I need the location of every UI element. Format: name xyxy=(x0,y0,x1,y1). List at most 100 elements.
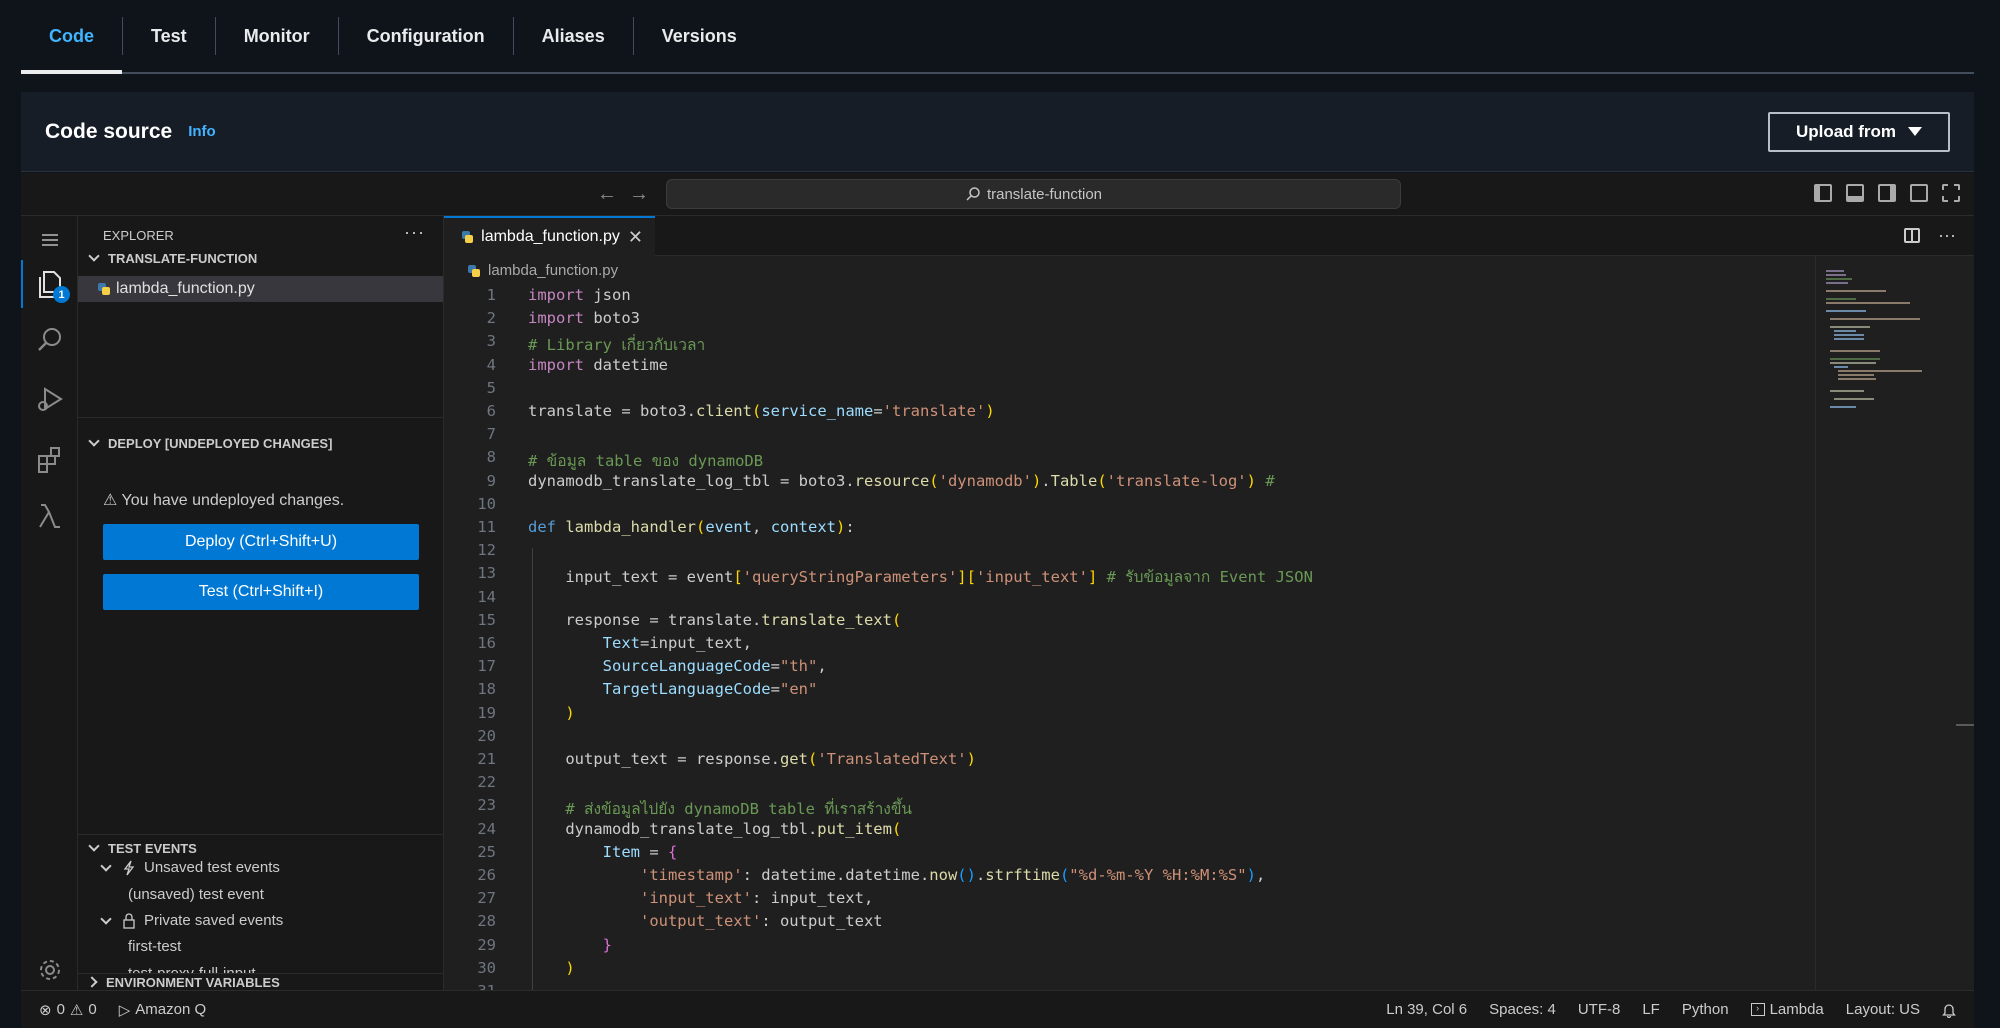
indentation[interactable]: Spaces: 4 xyxy=(1489,1001,1556,1018)
toggle-primary-sidebar-icon[interactable] xyxy=(1814,184,1832,202)
file-name: lambda_function.py xyxy=(116,280,255,297)
tab-configuration[interactable]: Configuration xyxy=(339,0,513,72)
tab-test[interactable]: Test xyxy=(123,0,215,72)
code-line: 'timestamp': datetime.datetime.now().str… xyxy=(639,866,1266,884)
code-line: dynamodb_translate_log_tbl.put_item( xyxy=(528,819,902,838)
file-lambda-function[interactable]: lambda_function.py xyxy=(78,276,443,302)
close-icon[interactable]: ✕ xyxy=(628,227,643,248)
terminal-icon: › xyxy=(1750,1003,1765,1016)
scrollbar-marker xyxy=(1956,724,1974,726)
problems-indicator[interactable]: ⊗ 0 ⚠ 0 xyxy=(39,1001,97,1019)
line-number: 19 xyxy=(477,703,496,722)
code-line: } xyxy=(602,935,612,954)
folder-section-header[interactable]: TRANSLATE-FUNCTION xyxy=(78,246,443,270)
notifications-bell-icon[interactable] xyxy=(1942,1002,1956,1018)
tab-code[interactable]: Code xyxy=(21,0,122,74)
command-center-search[interactable]: translate-function xyxy=(666,179,1401,209)
line-number: 13 xyxy=(477,564,496,583)
code-line: output_text = response.get('TranslatedTe… xyxy=(528,750,976,768)
deploy-button[interactable]: Deploy (Ctrl+Shift+U) xyxy=(103,524,419,560)
code-line: ) xyxy=(565,703,575,722)
info-link[interactable]: Info xyxy=(188,123,216,140)
folder-name: TRANSLATE-FUNCTION xyxy=(108,250,258,266)
tab-monitor[interactable]: Monitor xyxy=(216,0,338,72)
amazon-q-status[interactable]: ▷ Amazon Q xyxy=(119,1001,206,1019)
more-actions-icon[interactable]: ··· xyxy=(404,222,425,243)
editor-area: lambda_function.py ✕ ··· lambda_function… xyxy=(444,216,1974,1019)
cursor-position[interactable]: Ln 39, Col 6 xyxy=(1386,1001,1467,1018)
line-number: 6 xyxy=(486,402,496,420)
line-number: 5 xyxy=(486,378,496,397)
saved-event-first-test[interactable]: first-test xyxy=(128,938,181,955)
code-line: import json xyxy=(528,286,631,304)
tab-versions[interactable]: Versions xyxy=(634,0,765,72)
settings-gear-icon[interactable] xyxy=(21,946,78,994)
env-section: ENVIRONMENT VARIABLES xyxy=(78,973,444,990)
python-file-icon xyxy=(98,283,110,295)
code-line: input_text = event['queryStringParameter… xyxy=(528,568,1313,587)
toggle-secondary-sidebar-icon[interactable] xyxy=(1878,184,1896,202)
code-line: response = translate.translate_text( xyxy=(528,610,902,629)
code-line: # ข้อมูล table ของ dynamoDB xyxy=(528,452,764,471)
line-number: 4 xyxy=(486,355,496,374)
line-number: 29 xyxy=(477,935,496,954)
deploy-section-header[interactable]: DEPLOY [UNDEPLOYED CHANGES] xyxy=(78,431,443,455)
code-line: TargetLanguageCode="en" xyxy=(602,680,818,699)
chevron-down-icon xyxy=(88,435,100,447)
menu-icon[interactable] xyxy=(21,216,78,264)
deploy-header: DEPLOY [UNDEPLOYED CHANGES] xyxy=(108,435,333,451)
arrow-right-icon[interactable]: → xyxy=(629,183,649,206)
code-comment: # ส่งข้อมูลไปยัง dynamoDB table ที่เราสร… xyxy=(565,800,913,819)
code-line: Text=input_text, xyxy=(602,634,752,652)
undeployed-warning: ⚠ You have undeployed changes. xyxy=(103,492,345,509)
search-icon[interactable] xyxy=(21,316,78,364)
lambda-runtime[interactable]: › Lambda xyxy=(1750,1001,1824,1018)
code-source-header: Code source Info Upload from xyxy=(21,92,1974,172)
lambda-icon[interactable] xyxy=(21,492,78,540)
tab-aliases[interactable]: Aliases xyxy=(514,0,633,72)
chevron-right-icon xyxy=(86,976,98,988)
upload-from-button[interactable]: Upload from xyxy=(1768,111,1950,152)
code-line: translate = boto3.client(service_name='t… xyxy=(528,402,995,420)
maximize-icon[interactable] xyxy=(1942,184,1960,202)
unsaved-events-group[interactable]: Unsaved test events xyxy=(98,859,280,876)
activity-bar: 1 xyxy=(21,216,78,990)
line-number: 9 xyxy=(486,471,496,490)
arrow-left-icon[interactable]: ← xyxy=(597,183,617,206)
group-label: Unsaved test events xyxy=(144,859,280,876)
ide-title-bar: ← → translate-function xyxy=(21,173,1974,216)
command-center-text: translate-function xyxy=(986,185,1103,203)
code-line: 'input_text': input_text, xyxy=(639,889,874,908)
editor-tab-lambda-function[interactable]: lambda_function.py ✕ xyxy=(444,216,655,256)
language-mode[interactable]: Python xyxy=(1682,1001,1729,1018)
code-editor-ide: ← → translate-function 1 EXPLORER ··· TR… xyxy=(21,173,1974,1028)
test-button[interactable]: Test (Ctrl+Shift+I) xyxy=(103,574,419,610)
split-editor-icon[interactable] xyxy=(1904,228,1921,243)
run-debug-icon[interactable] xyxy=(21,376,78,424)
unsaved-test-event[interactable]: (unsaved) test event xyxy=(128,886,264,903)
python-file-icon xyxy=(462,231,474,243)
breadcrumb-file[interactable]: lambda_function.py xyxy=(488,262,618,279)
env-section-header[interactable]: ENVIRONMENT VARIABLES xyxy=(78,974,443,990)
end-of-line[interactable]: LF xyxy=(1642,1001,1660,1018)
explorer-icon[interactable]: 1 xyxy=(21,260,78,308)
toggle-panel-icon[interactable] xyxy=(1846,184,1864,202)
section-divider xyxy=(78,417,443,418)
extensions-icon[interactable] xyxy=(21,436,78,484)
line-number: 8 xyxy=(486,448,496,467)
play-icon: ▷ xyxy=(118,1001,131,1019)
file-encoding[interactable]: UTF-8 xyxy=(1578,1001,1621,1018)
more-actions-icon[interactable]: ··· xyxy=(1938,225,1956,246)
private-events-group[interactable]: Private saved events xyxy=(98,912,283,929)
customize-layout-icon[interactable] xyxy=(1910,184,1928,202)
line-number: 26 xyxy=(477,866,496,884)
line-number: 17 xyxy=(477,657,496,676)
code-comment: # รับข้อมูลจาก Event JSON xyxy=(1106,568,1313,587)
keyboard-layout[interactable]: Layout: US xyxy=(1846,1001,1920,1018)
code-line: # ส่งข้อมูลไปยัง dynamoDB table ที่เราสร… xyxy=(528,796,912,821)
line-number: 20 xyxy=(477,726,496,745)
test-events-section-header[interactable]: TEST EVENTS xyxy=(78,836,443,860)
error-count: 0 xyxy=(56,1001,65,1018)
warning-count: 0 xyxy=(88,1001,97,1018)
minimap[interactable] xyxy=(1815,256,1974,990)
